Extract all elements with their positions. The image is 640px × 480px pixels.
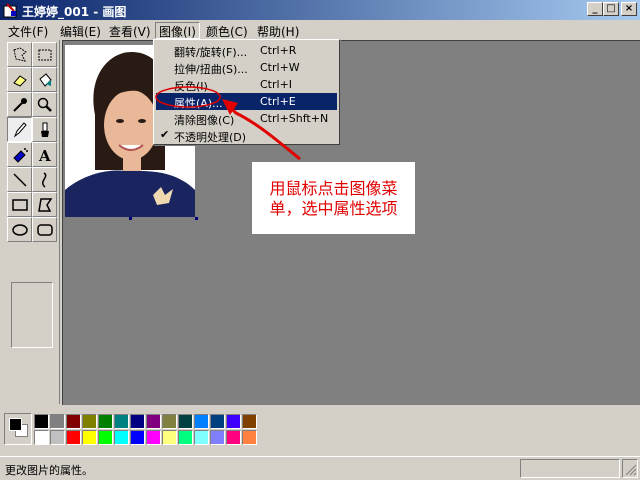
palette-swatch[interactable] [82, 430, 97, 445]
palette-swatch[interactable] [210, 430, 225, 445]
paint-bucket-icon [39, 73, 52, 87]
menu-edit[interactable]: 编辑(E) [56, 22, 105, 39]
annotation-text: 用鼠标点击图像菜 单，选中属性选项 [252, 179, 415, 219]
free-select-icon [13, 47, 27, 62]
minimize-button[interactable]: _ [587, 2, 603, 16]
palette-swatch[interactable] [226, 414, 241, 429]
palette-swatch[interactable] [98, 430, 113, 445]
resize-grip-icon [625, 464, 637, 476]
annotation-line-1: 用鼠标点击图像菜 [269, 179, 398, 198]
curve-icon [42, 172, 47, 188]
image-menu-dropdown: 翻转/旋转(F)... Ctrl+R 拉伸/扭曲(S)... Ctrl+W 反色… [153, 39, 340, 145]
menu-file[interactable]: 文件(F) [4, 22, 52, 39]
menu-item-invert-colors[interactable]: 反色(I) Ctrl+I [156, 76, 337, 93]
resize-handle-corner[interactable] [195, 217, 198, 220]
svg-text:A: A [38, 147, 51, 164]
line-tool[interactable] [7, 167, 32, 192]
rect-select-icon [38, 49, 52, 61]
airbrush-icon [13, 148, 28, 163]
magnifier-icon [37, 97, 52, 112]
palette-swatch[interactable] [34, 414, 49, 429]
eraser-tool[interactable] [7, 67, 32, 92]
palette-swatch[interactable] [194, 430, 209, 445]
close-button[interactable]: × [621, 2, 637, 16]
tool-options-box[interactable] [11, 282, 53, 348]
eyedropper-icon [13, 98, 27, 112]
rounded-rect-tool[interactable] [32, 217, 57, 242]
color-palette [0, 407, 640, 455]
menu-item-attributes[interactable]: 属性(A)... Ctrl+E [156, 93, 337, 110]
menu-colors[interactable]: 颜色(C) [202, 22, 252, 39]
palette-swatch[interactable] [98, 414, 113, 429]
airbrush-tool[interactable] [7, 142, 32, 167]
palette-swatch[interactable] [66, 430, 81, 445]
fill-tool[interactable] [32, 67, 57, 92]
palette-swatch[interactable] [146, 414, 161, 429]
curve-tool[interactable] [32, 167, 57, 192]
title-bar[interactable]: 王婷婷_001 - 画图 _ □ × [0, 0, 640, 20]
resize-handle-bottom[interactable] [129, 217, 132, 220]
palette-swatch[interactable] [50, 414, 65, 429]
annotation-callout: 用鼠标点击图像菜 单，选中属性选项 [252, 162, 415, 234]
palette-swatch[interactable] [34, 430, 49, 445]
window-title: 王婷婷_001 - 画图 [22, 5, 127, 19]
eraser-icon [13, 75, 27, 87]
palette-swatch[interactable] [242, 430, 257, 445]
menu-bar: 文件(F) 编辑(E) 查看(V) 图像(I) 颜色(C) 帮助(H) [0, 20, 640, 39]
polygon-tool[interactable] [32, 192, 57, 217]
free-select-tool[interactable] [7, 42, 32, 67]
foreground-color [9, 418, 22, 431]
palette-swatch[interactable] [178, 430, 193, 445]
color-picker-tool[interactable] [7, 92, 32, 117]
menu-help[interactable]: 帮助(H) [253, 22, 303, 39]
rectangle-tool[interactable] [7, 192, 32, 217]
palette-swatch[interactable] [162, 414, 177, 429]
tool-box: A [2, 40, 60, 404]
rectangle-icon [12, 199, 28, 211]
magnifier-tool[interactable] [32, 92, 57, 117]
palette-swatch[interactable] [146, 430, 161, 445]
rounded-rectangle-icon [37, 224, 53, 236]
palette-swatch[interactable] [226, 430, 241, 445]
palette-swatch[interactable] [162, 430, 177, 445]
line-icon [13, 173, 27, 187]
menu-image[interactable]: 图像(I) [155, 22, 200, 39]
checkmark-icon: ✔ [160, 128, 170, 141]
menu-item-stretch-skew[interactable]: 拉伸/扭曲(S)... Ctrl+W [156, 59, 337, 76]
text-icon: A [38, 147, 51, 164]
brush-tool[interactable] [32, 117, 57, 142]
status-text: 更改图片的属性。 [5, 464, 93, 477]
rect-select-tool[interactable] [32, 42, 57, 67]
menu-item-flip-rotate[interactable]: 翻转/旋转(F)... Ctrl+R [156, 42, 337, 59]
palette-swatch[interactable] [130, 430, 145, 445]
menu-item-draw-opaque[interactable]: ✔ 不透明处理(D) [156, 127, 337, 144]
palette-swatch[interactable] [66, 414, 81, 429]
annotation-line-2: 单，选中属性选项 [269, 199, 398, 218]
palette-swatch[interactable] [82, 414, 97, 429]
palette-swatch[interactable] [210, 414, 225, 429]
palette-swatch[interactable] [114, 414, 129, 429]
status-coordinates-panel [520, 459, 620, 478]
menu-item-clear-image[interactable]: 清除图像(C) Ctrl+Shft+N [156, 110, 337, 127]
ellipse-icon [12, 224, 28, 236]
palette-swatch[interactable] [114, 430, 129, 445]
paint-app-icon[interactable] [3, 2, 19, 18]
menu-view[interactable]: 查看(V) [105, 22, 155, 39]
resize-grip[interactable] [622, 459, 638, 478]
palette-swatch[interactable] [130, 414, 145, 429]
brush-icon [41, 122, 49, 137]
current-colors[interactable] [4, 413, 32, 445]
maximize-button[interactable]: □ [603, 2, 619, 16]
palette-swatch[interactable] [50, 430, 65, 445]
pencil-tool[interactable] [7, 117, 32, 142]
ellipse-tool[interactable] [7, 217, 32, 242]
text-tool[interactable]: A [32, 142, 57, 167]
polygon-icon [38, 198, 53, 212]
palette-swatch[interactable] [178, 414, 193, 429]
palette-swatch[interactable] [242, 414, 257, 429]
palette-swatch[interactable] [194, 414, 209, 429]
pencil-icon [13, 122, 27, 138]
status-bar: 更改图片的属性。 [0, 456, 640, 480]
